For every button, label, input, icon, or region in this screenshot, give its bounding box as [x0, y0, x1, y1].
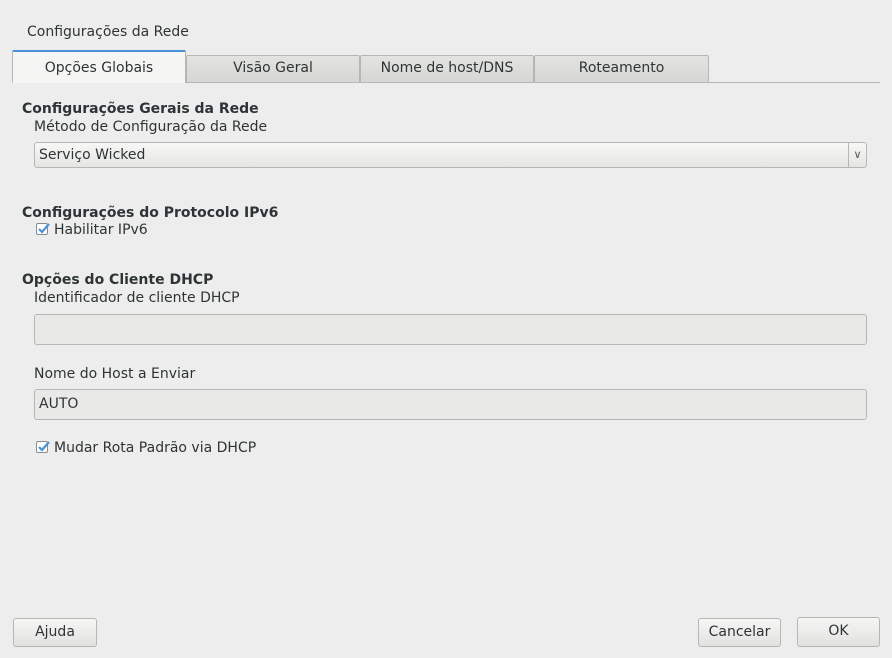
chevron-down-icon[interactable]: ∨ — [848, 143, 866, 167]
default-route-dhcp-label[interactable]: Mudar Rota Padrão via DHCP — [54, 440, 256, 456]
window-title: Configurações da Rede — [27, 24, 189, 40]
network-method-value: Serviço Wicked — [39, 147, 146, 163]
dhcp-heading: Opções do Cliente DHCP — [22, 272, 214, 288]
dhcp-client-id-input[interactable] — [34, 314, 867, 345]
checkmark-icon — [38, 223, 50, 234]
default-route-dhcp-checkbox[interactable] — [36, 441, 50, 453]
tab-hostname-dns[interactable]: Nome de host/DNS — [360, 55, 534, 82]
tab-bar: Opções Globais Visão Geral Nome de host/… — [12, 50, 880, 83]
network-method-label: Método de Configuração da Rede — [34, 119, 268, 135]
general-settings-heading: Configurações Gerais da Rede — [22, 101, 259, 117]
enable-ipv6-checkbox[interactable] — [36, 223, 50, 235]
help-button[interactable]: Ajuda — [13, 618, 97, 647]
hostname-send-input[interactable]: AUTO — [34, 389, 867, 420]
checkmark-icon — [38, 441, 50, 452]
tab-global-options[interactable]: Opções Globais — [12, 50, 186, 83]
cancel-button[interactable]: Cancelar — [698, 618, 781, 647]
network-method-select[interactable]: Serviço Wicked ∨ — [34, 142, 867, 168]
tab-overview[interactable]: Visão Geral — [186, 55, 360, 82]
enable-ipv6-label[interactable]: Habilitar IPv6 — [54, 222, 148, 238]
tab-routing[interactable]: Roteamento — [534, 55, 709, 82]
ipv6-heading: Configurações do Protocolo IPv6 — [22, 205, 279, 221]
ok-button[interactable]: OK — [797, 617, 880, 647]
hostname-send-label: Nome do Host a Enviar — [34, 366, 196, 382]
dhcp-client-id-label: Identificador de cliente DHCP — [34, 290, 240, 306]
